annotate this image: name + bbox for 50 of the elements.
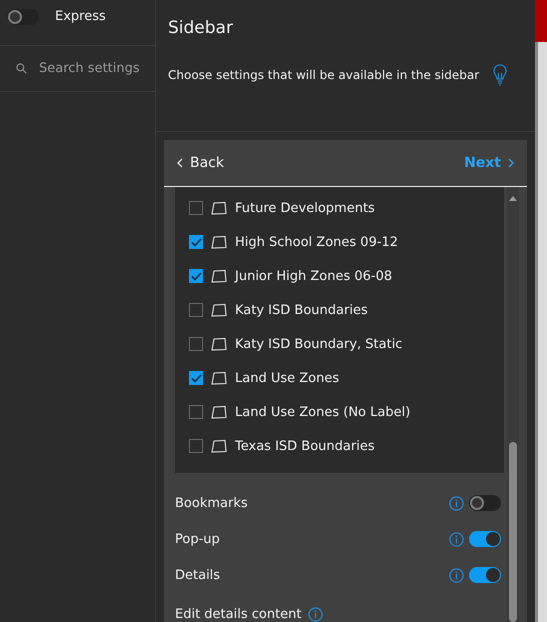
polygon-layer-icon [211,303,227,317]
info-icon[interactable] [449,568,464,582]
checkbox[interactable] [189,269,203,283]
polygon-layer-icon [211,337,227,351]
next-button[interactable]: Next [464,155,515,171]
scroll-thumb[interactable] [509,442,517,622]
layer-label: Future Developments [235,200,375,216]
checkbox[interactable] [189,439,203,453]
setting-label: Bookmarks [175,496,248,510]
toggle-switch[interactable] [469,567,501,583]
layer-label: Land Use Zones [235,370,340,386]
polygon-layer-icon [211,235,227,249]
setting-label: Pop-up [175,532,220,546]
panel-title: Sidebar [168,18,234,38]
edge-strip [535,0,547,42]
layer-label: Junior High Zones 06-08 [235,268,392,284]
checkbox[interactable] [189,337,203,351]
back-button[interactable]: Back [176,155,224,171]
chevron-left-icon [176,158,184,168]
description-text: Choose settings that will be available in the sidebar [168,68,480,82]
toggle-switch[interactable] [7,8,39,24]
toggle-switch[interactable] [469,531,501,547]
checkbox[interactable] [189,371,203,385]
search-icon [16,62,27,75]
polygon-layer-icon [211,405,227,419]
scroll-up-icon[interactable] [509,195,517,201]
scrollbar[interactable] [507,187,519,622]
layer-label: High School Zones 09-12 [235,234,398,250]
polygon-layer-icon [211,439,227,453]
layer-label: Katy ISD Boundaries [235,302,368,318]
checkbox[interactable] [189,235,203,249]
lightbulb-icon[interactable] [493,64,508,86]
checkbox[interactable] [189,201,203,215]
checkbox[interactable] [189,405,203,419]
checkbox[interactable] [189,303,203,317]
toggle-switch[interactable] [469,495,501,511]
polygon-layer-icon [211,269,227,283]
setting-label: Details [175,568,220,582]
polygon-layer-icon [211,371,227,385]
search-field[interactable]: Search settings [37,60,155,77]
chevron-right-icon [507,158,515,168]
info-icon[interactable] [449,496,464,510]
info-icon[interactable] [308,607,323,622]
edit-details-link[interactable]: Edit details content [175,607,302,622]
info-icon[interactable] [449,532,464,546]
layer-label: Texas ISD Boundaries [235,438,375,454]
polygon-layer-icon [211,201,227,215]
layer-label: Katy ISD Boundary, Static [235,336,402,352]
layer-label: Land Use Zones (No Label) [235,404,410,420]
express-label: Express [55,9,106,24]
